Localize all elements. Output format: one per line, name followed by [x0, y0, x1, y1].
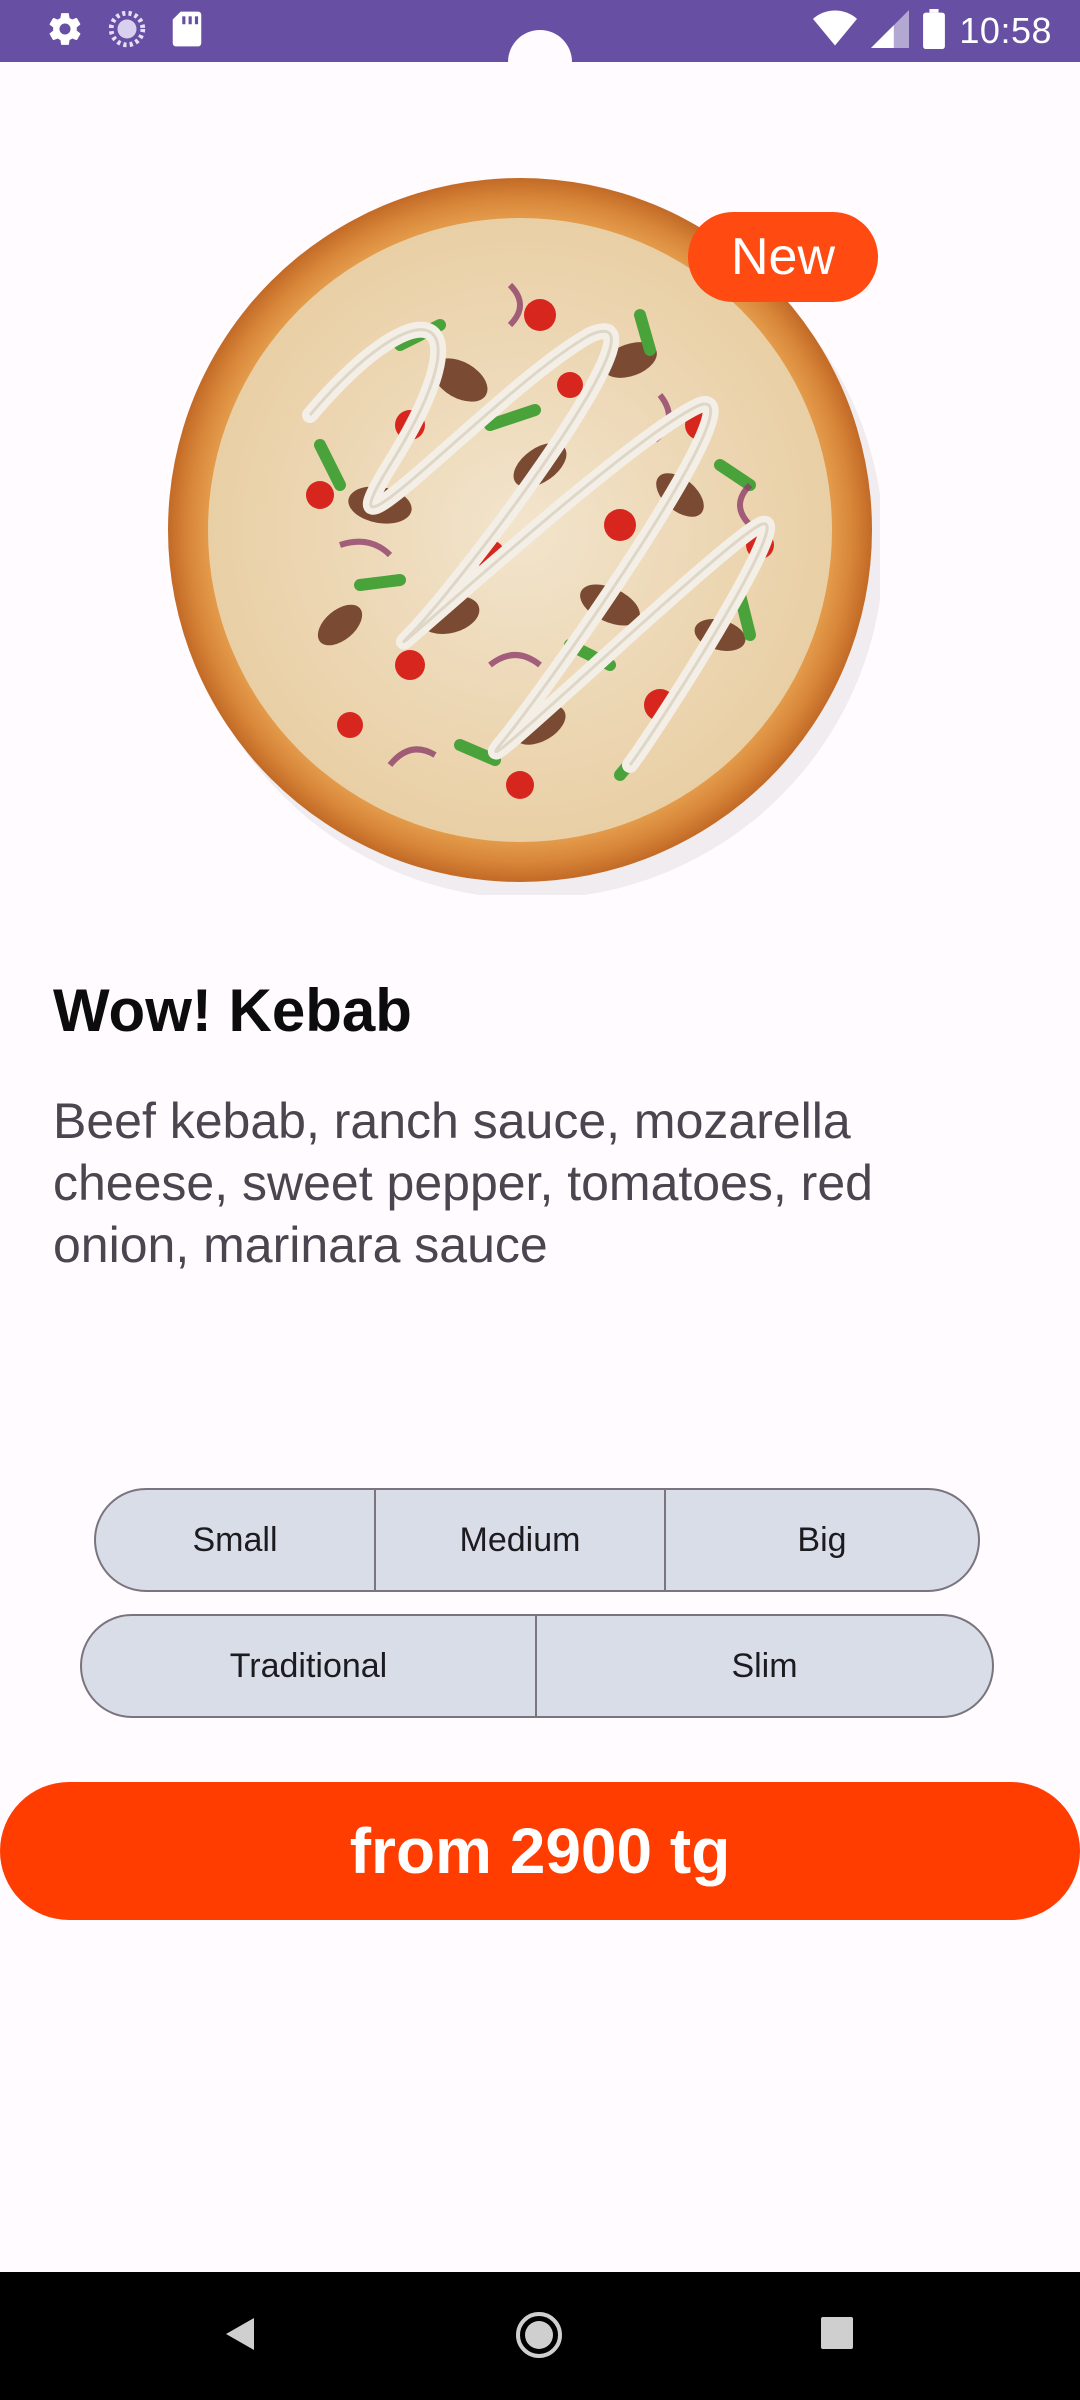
status-bar: 10:58: [0, 0, 1080, 94]
status-left-icons: [46, 10, 204, 52]
crust-selector: Traditional Slim: [80, 1614, 994, 1718]
size-option-big[interactable]: Big: [666, 1490, 978, 1590]
crust-option-slim[interactable]: Slim: [537, 1616, 992, 1716]
loading-icon: [108, 10, 146, 53]
gear-icon: [46, 10, 84, 53]
sd-card-icon: [170, 10, 204, 53]
product-screen: 10:58 New Wow! Kebab Beef kebab, ranch s…: [0, 0, 1080, 2400]
status-time: 10:58: [959, 10, 1052, 51]
camera-cutout: [508, 30, 572, 94]
navigation-bar: [0, 2272, 1080, 2400]
size-option-small[interactable]: Small: [96, 1490, 376, 1590]
cell-signal-icon: [871, 9, 910, 53]
back-icon[interactable]: [222, 2314, 258, 2359]
new-badge: New: [688, 212, 878, 302]
size-selector: Small Medium Big: [94, 1488, 980, 1592]
product-title: Wow! Kebab: [53, 977, 412, 1044]
product-description: Beef kebab, ranch sauce, mozarella chees…: [53, 1093, 873, 1273]
home-icon[interactable]: [514, 2310, 564, 2365]
crust-option-traditional[interactable]: Traditional: [82, 1616, 537, 1716]
recents-icon[interactable]: [820, 2316, 854, 2355]
size-option-medium[interactable]: Medium: [376, 1490, 666, 1590]
price-button[interactable]: from 2900 tg: [0, 1782, 1080, 1920]
battery-icon: [923, 8, 946, 54]
status-right-icons: 10:58: [813, 8, 1052, 54]
wifi-icon: [813, 10, 858, 53]
